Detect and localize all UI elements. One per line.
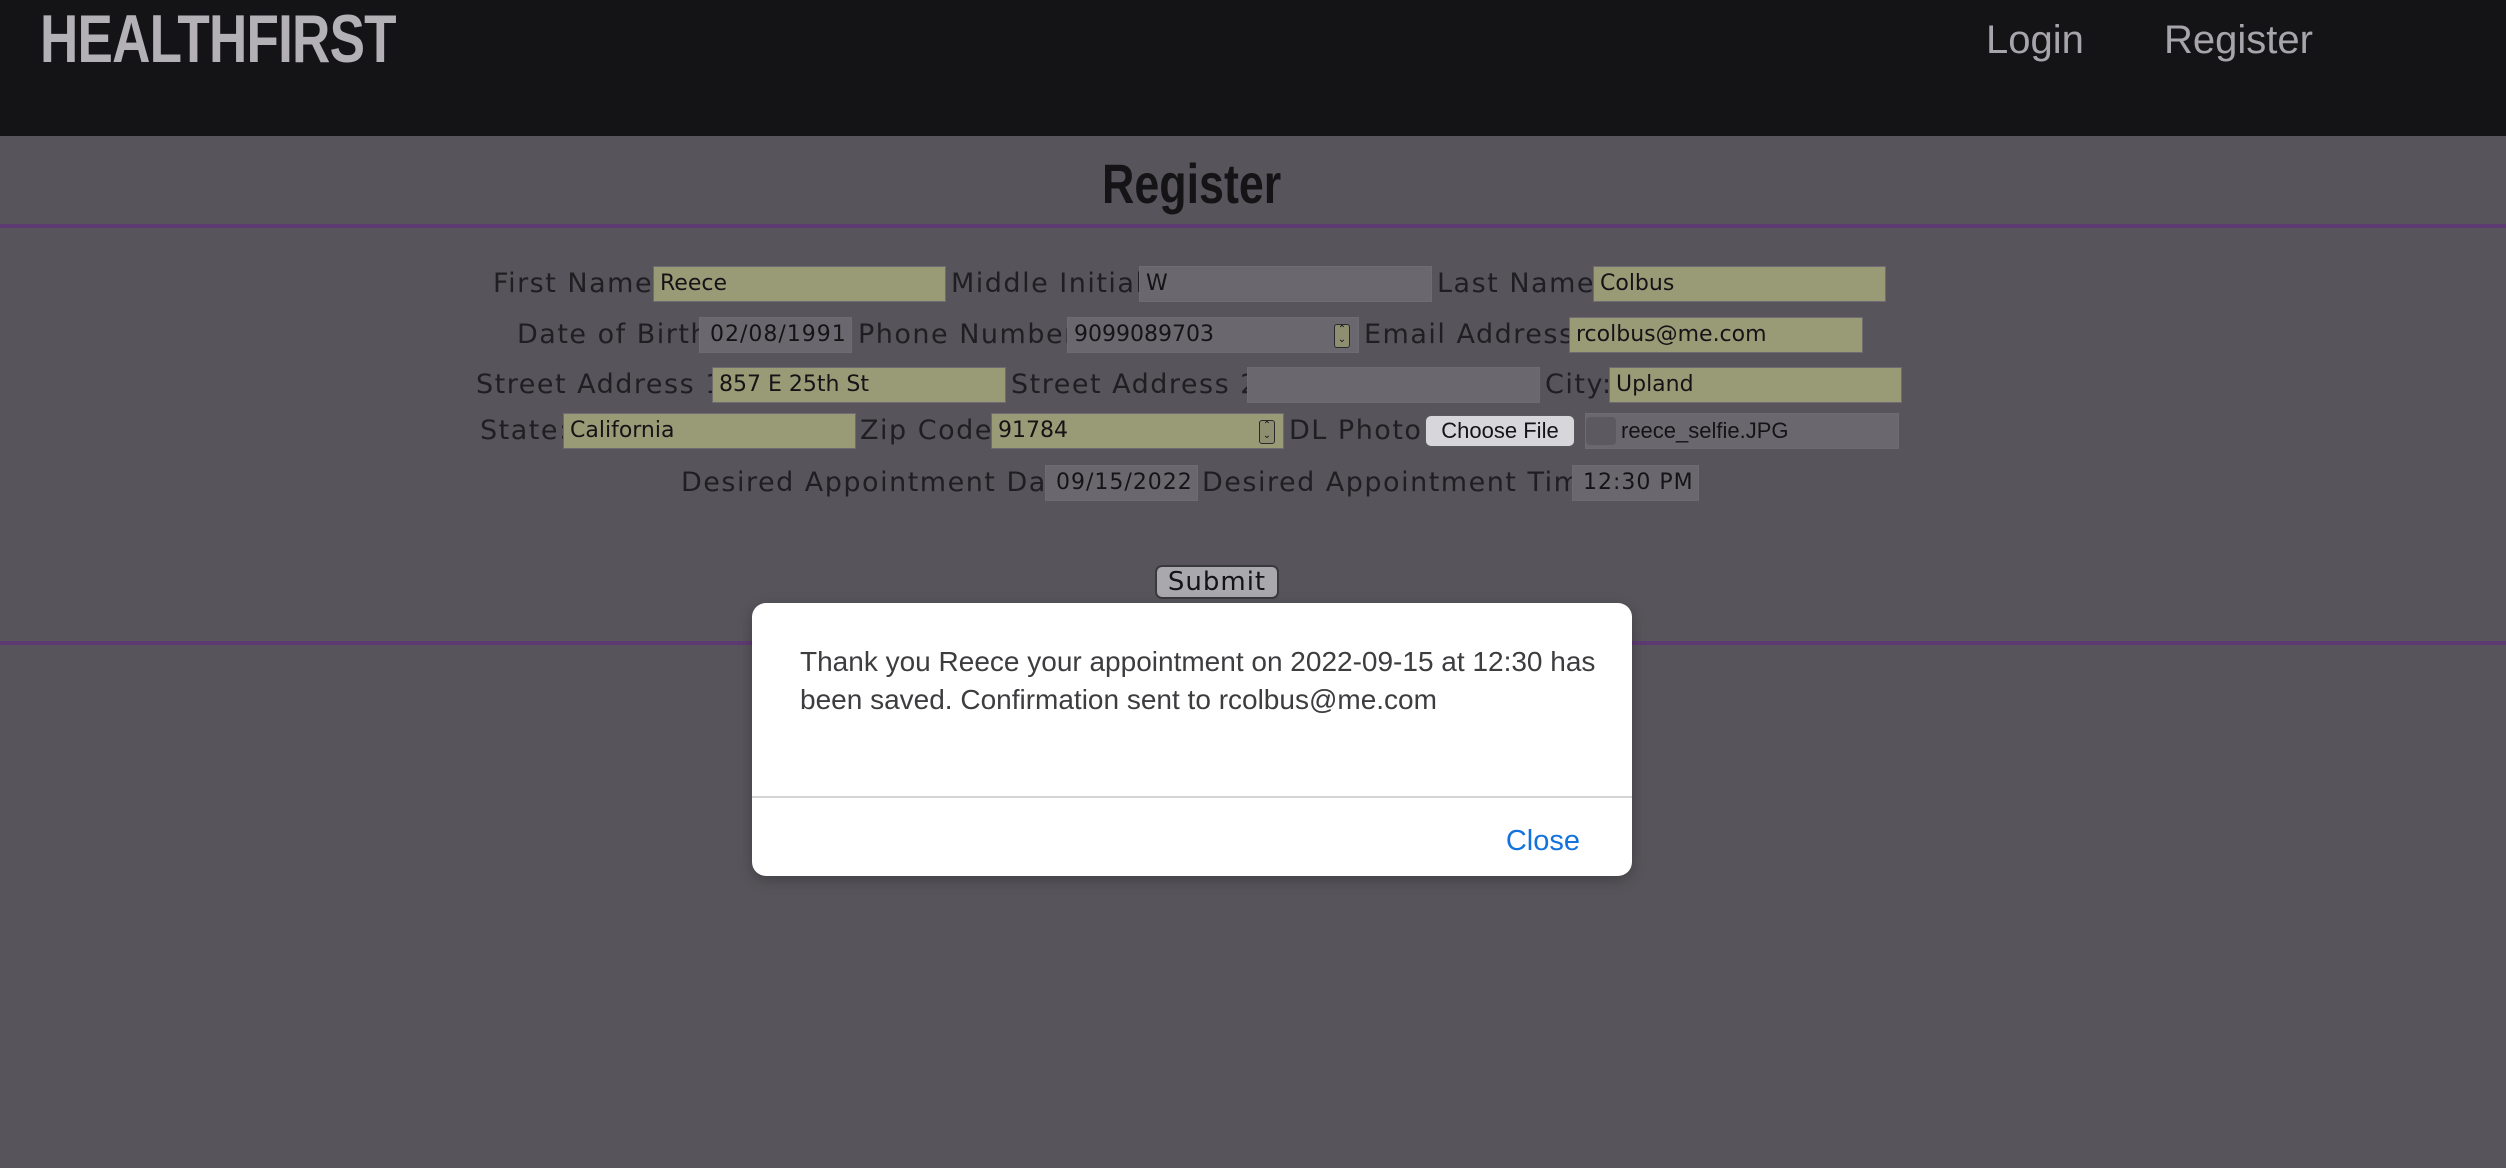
dialog-divider xyxy=(752,796,1632,798)
last-name-label: Last Name: xyxy=(1437,268,1606,299)
phone-label: Phone Number: xyxy=(858,319,1087,350)
last-name-input[interactable]: Colbus xyxy=(1593,266,1886,302)
state-input[interactable]: California xyxy=(563,413,856,449)
divider-top xyxy=(0,224,2506,228)
confirmation-dialog: Thank you Reece your appointment on 2022… xyxy=(752,603,1632,876)
dl-photo-label: DL Photo: xyxy=(1289,415,1434,446)
phone-value: 9099089703 xyxy=(1074,322,1214,347)
street1-input[interactable]: 857 E 25th St xyxy=(712,367,1006,403)
file-thumbnail-icon xyxy=(1586,417,1616,445)
email-label: Email Address: xyxy=(1364,319,1586,350)
submit-button[interactable]: Submit xyxy=(1155,565,1279,599)
dob-input[interactable]: 02/08/1991 xyxy=(699,317,852,353)
zip-value: 91784 xyxy=(998,418,1068,443)
file-name: reece_selfie.JPG xyxy=(1621,418,1789,443)
zip-label: Zip Code: xyxy=(860,415,1004,446)
close-button[interactable]: Close xyxy=(1506,821,1580,861)
appt-time-input[interactable]: 12:30 PM xyxy=(1572,465,1699,501)
nav-login-link[interactable]: Login xyxy=(1986,12,2084,68)
first-name-label: First Name: xyxy=(493,268,664,299)
zip-input[interactable]: 91784 ⌃ ⌄ xyxy=(991,413,1284,449)
street2-input[interactable] xyxy=(1247,367,1540,403)
appt-date-input[interactable]: 09/15/2022 xyxy=(1045,465,1198,501)
brand-logo[interactable]: HEALTHFIRST xyxy=(40,0,397,84)
phone-stepper-icon[interactable]: ⌃ ⌄ xyxy=(1334,324,1350,348)
zip-stepper-icon[interactable]: ⌃ ⌄ xyxy=(1259,420,1275,444)
middle-initial-label: Middle Initial: xyxy=(951,268,1156,299)
email-input[interactable]: rcolbus@me.com xyxy=(1569,317,1863,353)
dialog-message: Thank you Reece your appointment on 2022… xyxy=(800,646,1596,715)
nav-register-link[interactable]: Register xyxy=(2164,12,2313,68)
choose-file-button[interactable]: Choose File xyxy=(1425,415,1575,447)
street2-label: Street Address 2: xyxy=(1011,369,1270,400)
street1-label: Street Address 1: xyxy=(476,369,735,400)
page-title: Register xyxy=(1101,152,1282,215)
navbar: HEALTHFIRST Login Register xyxy=(0,0,2506,136)
appt-time-label: Desired Appointment Time: xyxy=(1202,467,1611,498)
appt-date-label: Desired Appointment Date: xyxy=(681,467,1088,498)
city-input[interactable]: Upland xyxy=(1609,367,1902,403)
first-name-input[interactable]: Reece xyxy=(653,266,946,302)
middle-initial-input[interactable]: W xyxy=(1139,266,1432,302)
dob-label: Date of Birth: xyxy=(517,319,720,350)
phone-input[interactable]: 9099089703 ⌃ ⌄ xyxy=(1067,317,1359,353)
city-label: City: xyxy=(1545,369,1613,400)
state-label: State: xyxy=(480,415,570,446)
